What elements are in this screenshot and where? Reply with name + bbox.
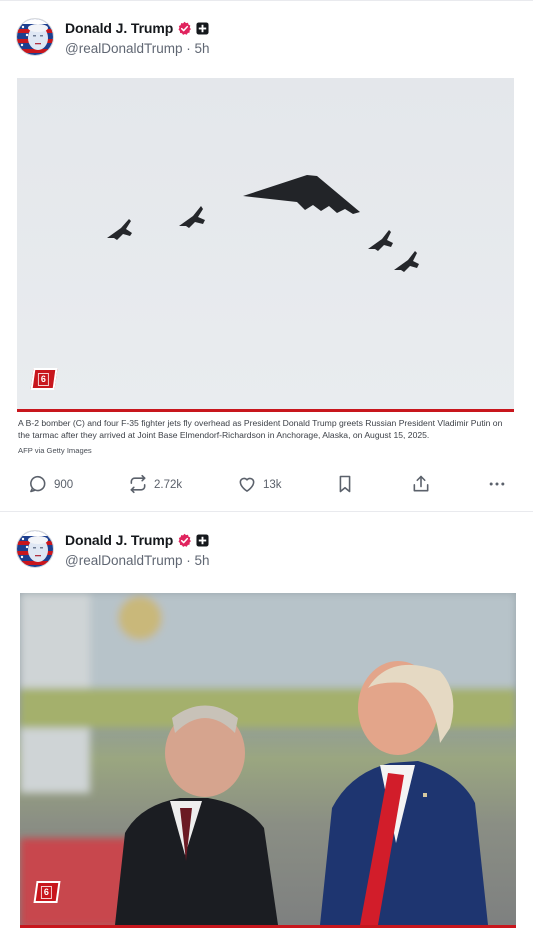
author-display-name[interactable]: Donald J. Trump: [65, 20, 173, 36]
image-credit: AFP via Getty Images: [18, 446, 92, 455]
separator-dot: ·: [186, 41, 191, 56]
post-media-image[interactable]: 6: [17, 78, 514, 412]
more-dots-icon: [487, 474, 507, 497]
post-timestamp[interactable]: 5h: [195, 553, 210, 568]
retruth-icon: [128, 474, 148, 497]
avatar[interactable]: [16, 530, 54, 568]
heart-icon: [237, 474, 257, 497]
image-count-badge[interactable]: 6: [33, 881, 61, 903]
post-header: Donald J. Trump @realDonaldTrump · 5h: [16, 530, 496, 570]
post-card[interactable]: Donald J. Trump @realDonaldTrump · 5h: [0, 0, 533, 512]
author-handle-row: @realDonaldTrump · 5h: [65, 41, 210, 56]
like-button[interactable]: 13k: [237, 473, 282, 497]
image-count-badge[interactable]: 6: [30, 368, 58, 390]
image-caption: A B-2 bomber (C) and four F-35 fighter j…: [18, 418, 503, 440]
post-timestamp[interactable]: 5h: [195, 41, 210, 56]
bookmark-button[interactable]: [335, 473, 355, 497]
author-display-name[interactable]: Donald J. Trump: [65, 532, 173, 548]
author-handle-row: @realDonaldTrump · 5h: [65, 553, 210, 568]
reply-count: 900: [54, 479, 74, 491]
post-actions-bar: 900 2.72k 13k: [28, 473, 508, 497]
verified-badge-icon: [177, 21, 192, 36]
like-count: 13k: [263, 479, 282, 491]
bookmark-icon: [335, 474, 355, 497]
image-count: 6: [41, 885, 53, 899]
author-handle[interactable]: @realDonaldTrump: [65, 41, 183, 56]
retruth-button[interactable]: 2.72k: [128, 473, 182, 497]
plus-badge-icon: [196, 533, 209, 547]
more-options-button[interactable]: [487, 473, 507, 497]
plus-badge-icon: [196, 21, 209, 35]
image-count: 6: [38, 372, 50, 386]
author-name-row: Donald J. Trump: [65, 531, 209, 549]
author-handle[interactable]: @realDonaldTrump: [65, 553, 183, 568]
retruth-count: 2.72k: [154, 479, 183, 491]
reply-icon: [28, 474, 48, 497]
post-header: Donald J. Trump @realDonaldTrump · 5h: [16, 18, 496, 58]
share-button[interactable]: [411, 473, 431, 497]
post-media-image[interactable]: 6: [20, 593, 516, 928]
share-icon: [411, 474, 431, 497]
avatar[interactable]: [16, 18, 54, 56]
post-card[interactable]: Donald J. Trump @realDonaldTrump · 5h: [0, 513, 533, 932]
separator-dot: ·: [186, 553, 191, 568]
author-name-row: Donald J. Trump: [65, 19, 209, 37]
verified-badge-icon: [177, 533, 192, 548]
reply-button[interactable]: 900: [28, 473, 73, 497]
